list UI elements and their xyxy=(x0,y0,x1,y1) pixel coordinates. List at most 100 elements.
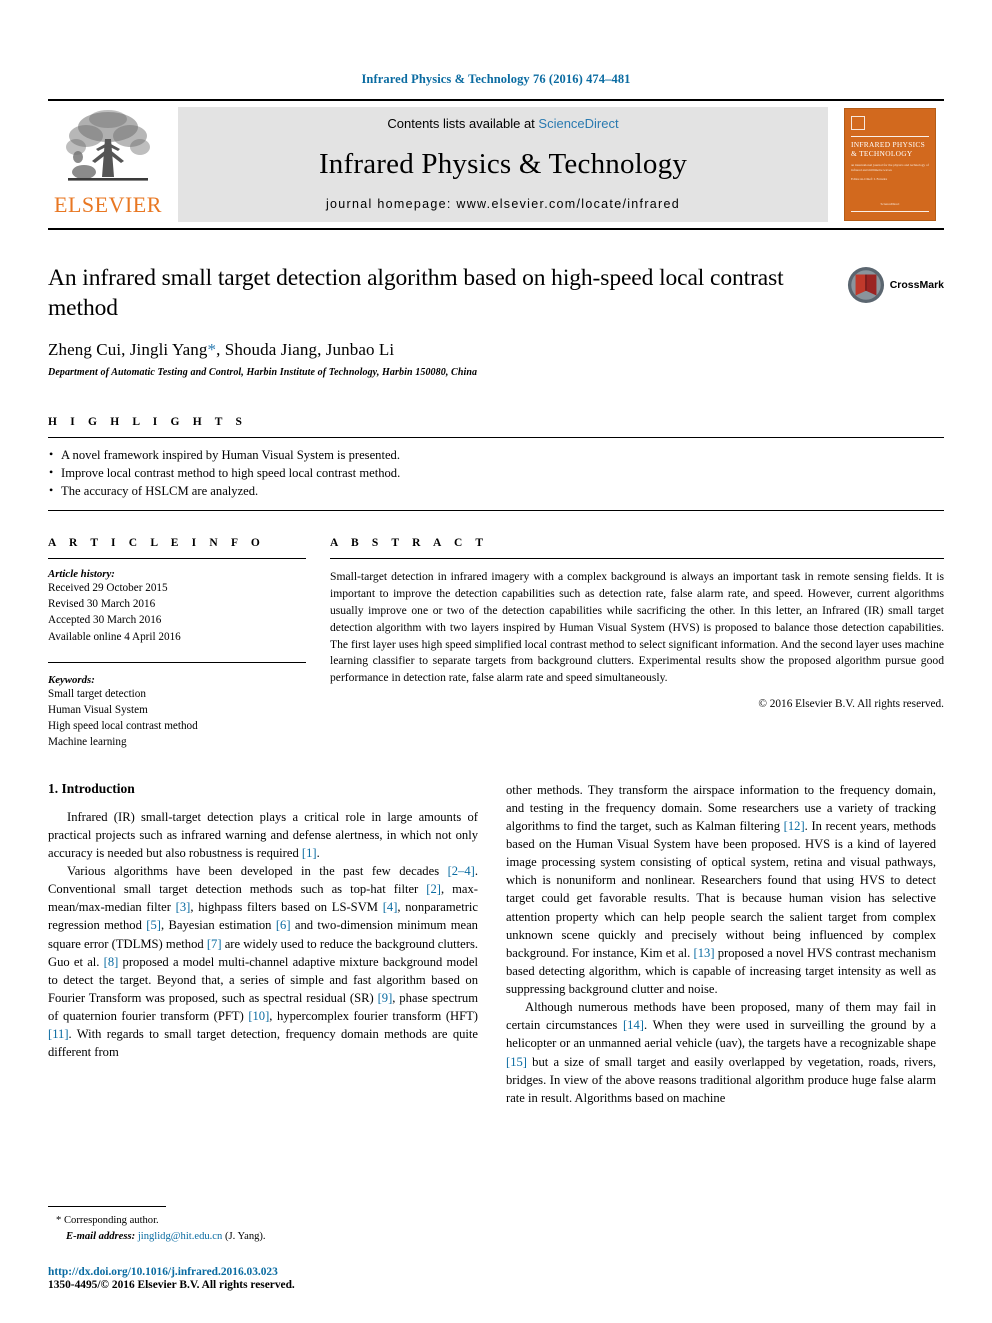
intro-paragraph-2: Various algorithms have been developed i… xyxy=(48,862,478,1061)
abstract-copyright: © 2016 Elsevier B.V. All rights reserved… xyxy=(758,698,944,711)
history-revised: Revised 30 March 2016 xyxy=(48,598,156,611)
footnote-block: * Corresponding author. E-mail address: … xyxy=(48,1206,478,1245)
abstract-rule xyxy=(330,557,944,559)
highlights-section: H I G H L I G H T S A novel framework in… xyxy=(48,416,944,511)
journal-cover-cell: INFRARED PHYSICS & TECHNOLOGY an interna… xyxy=(836,101,944,228)
authors-before-star: Zheng Cui, Jingli Yang xyxy=(48,340,208,360)
title-block: An infrared small target detection algor… xyxy=(48,264,944,378)
cover-editor: Editor-in-Chief: I. Ferreira xyxy=(851,176,888,181)
citation-ref[interactable]: [11] xyxy=(48,1027,69,1041)
citation-ref[interactable]: [9] xyxy=(378,991,393,1005)
intro-paragraph-4: Although numerous methods have been prop… xyxy=(506,998,936,1107)
keywords-label: Keywords: xyxy=(48,673,95,686)
abstract-text: Small-target detection in infrared image… xyxy=(330,569,944,685)
author-list: Zheng Cui, Jingli Yang*, Shouda Jiang, J… xyxy=(48,340,944,360)
cover-bottom-note: ScienceDirect xyxy=(880,201,900,206)
elsevier-logo: ELSEVIER xyxy=(48,101,168,228)
abstract-column: A B S T R A C T Small-target detection i… xyxy=(330,537,944,751)
list-item: A novel framework inspired by Human Visu… xyxy=(48,446,944,465)
cover-subtitle: an international journal for the physics… xyxy=(851,162,929,172)
authors-after-star: , Shouda Jiang, Junbao Li xyxy=(216,340,395,360)
email-label: E-mail address: xyxy=(66,1231,136,1243)
keyword-item: Small target detection xyxy=(48,687,146,700)
doi-link[interactable]: http://dx.doi.org/10.1016/j.infrared.201… xyxy=(48,1266,295,1278)
citation-ref[interactable]: [5] xyxy=(146,918,161,932)
keyword-item: Human Visual System xyxy=(48,704,148,717)
elsevier-wordmark: ELSEVIER xyxy=(54,192,162,217)
crossmark-icon xyxy=(847,266,884,304)
masthead-center: Contents lists available at ScienceDirec… xyxy=(178,107,828,222)
intro-p1-text: Infrared (IR) small-target detection pla… xyxy=(48,809,478,860)
corresponding-author-text: Corresponding author. xyxy=(63,1215,159,1227)
paragraph-text: but a size of small target and easily ov… xyxy=(506,1054,936,1105)
page-title: An infrared small target detection algor… xyxy=(48,265,784,321)
citation-ref[interactable]: [13] xyxy=(694,946,715,960)
section-heading-introduction: 1. Introduction xyxy=(48,780,135,796)
history-received: Received 29 October 2015 xyxy=(48,581,168,594)
elsevier-tree-icon xyxy=(66,110,150,181)
keywords-block: Keywords: Small target detection Human V… xyxy=(48,661,306,751)
list-item: The accuracy of HSLCM are analyzed. xyxy=(48,482,944,501)
abstract-label: A B S T R A C T xyxy=(330,536,489,549)
email-owner: (J. Yang). xyxy=(224,1231,266,1243)
journal-title: Infrared Physics & Technology xyxy=(318,147,688,180)
citation-ref[interactable]: [2–4] xyxy=(448,864,475,878)
citation-ref[interactable]: [10] xyxy=(248,1009,269,1023)
paragraph-text: , highpass filters based on LS-SVM xyxy=(190,900,383,915)
citation-ref[interactable]: [2] xyxy=(426,882,441,896)
article-history-label: Article history: xyxy=(48,567,115,580)
journal-homepage-link[interactable]: journal homepage: www.elsevier.com/locat… xyxy=(326,197,680,211)
journal-masthead: ELSEVIER Contents lists available at Sci… xyxy=(48,99,944,230)
article-page: Infrared Physics & Technology 76 (2016) … xyxy=(0,0,992,1323)
citation-ref[interactable]: [6] xyxy=(276,918,291,932)
contents-prefix: Contents lists available at xyxy=(387,116,539,131)
crossmark-badge[interactable]: CrossMark xyxy=(847,266,944,304)
citation-ref[interactable]: [7] xyxy=(207,937,222,951)
highlights-rule-bottom xyxy=(48,509,944,511)
citation-ref[interactable]: [3] xyxy=(176,900,191,914)
citation-ref[interactable]: [4] xyxy=(383,900,398,914)
article-info-column: A R T I C L E I N F O Article history: R… xyxy=(48,537,306,751)
intro-paragraph-3: other methods. They transform the airspa… xyxy=(506,781,936,999)
info-abstract-section: A R T I C L E I N F O Article history: R… xyxy=(48,537,944,751)
intro-paragraph-1: Infrared (IR) small-target detection pla… xyxy=(48,808,478,862)
contents-available-line: Contents lists available at ScienceDirec… xyxy=(387,116,618,131)
cover-rule-bottom xyxy=(851,211,929,212)
sciencedirect-link[interactable]: ScienceDirect xyxy=(538,116,618,131)
running-head: Infrared Physics & Technology 76 (2016) … xyxy=(361,72,631,86)
email-link[interactable]: jinglidg@hit.edu.cn xyxy=(138,1231,223,1242)
body-columns: 1. Introduction Infrared (IR) small-targ… xyxy=(48,781,944,1107)
footnote-rule xyxy=(48,1206,166,1208)
history-available-online: Available online 4 April 2016 xyxy=(48,630,181,643)
crossmark-label: CrossMark xyxy=(889,279,944,291)
corresponding-author-marker: * xyxy=(207,340,217,360)
citation-ref[interactable]: [12] xyxy=(784,819,805,833)
paragraph-text: , hypercomplex fourier transform (HFT) xyxy=(269,1009,479,1024)
body-column-right: other methods. They transform the airspa… xyxy=(506,781,936,1107)
citation-ref[interactable]: [8] xyxy=(104,955,119,969)
paragraph-text: Various algorithms have been developed i… xyxy=(67,864,448,879)
body-column-left: 1. Introduction Infrared (IR) small-targ… xyxy=(48,781,478,1107)
cover-rule-top xyxy=(851,136,929,137)
cover-publisher-icon xyxy=(851,116,865,130)
article-info-label: A R T I C L E I N F O xyxy=(48,536,265,549)
paragraph-text: , Bayesian estimation xyxy=(160,918,276,933)
citation-ref[interactable]: [1] xyxy=(302,846,317,860)
journal-cover-thumbnail: INFRARED PHYSICS & TECHNOLOGY an interna… xyxy=(844,108,936,221)
citation-ref[interactable]: [15] xyxy=(506,1055,527,1069)
paragraph-text: . With regards to small target detection… xyxy=(48,1027,478,1060)
highlights-label: H I G H L I G H T S xyxy=(48,416,248,429)
keyword-item: High speed local contrast method xyxy=(48,720,198,733)
email-note: E-mail address: jinglidg@hit.edu.cn (J. … xyxy=(66,1229,478,1245)
intro-p1-tail: . xyxy=(316,845,320,860)
keyword-item: Machine learning xyxy=(48,736,127,749)
paragraph-text: . In recent years, methods based on the … xyxy=(506,818,936,960)
affiliation: Department of Automatic Testing and Cont… xyxy=(48,367,478,379)
history-accepted: Accepted 30 March 2016 xyxy=(48,614,162,627)
highlights-list: A novel framework inspired by Human Visu… xyxy=(48,438,944,510)
citation-ref[interactable]: [14] xyxy=(623,1018,644,1032)
article-info-rule xyxy=(48,557,306,559)
cover-title-line1: INFRARED PHYSICS xyxy=(851,140,926,149)
list-item: Improve local contrast method to high sp… xyxy=(48,464,944,483)
cover-title-line2: & TECHNOLOGY xyxy=(851,149,913,159)
